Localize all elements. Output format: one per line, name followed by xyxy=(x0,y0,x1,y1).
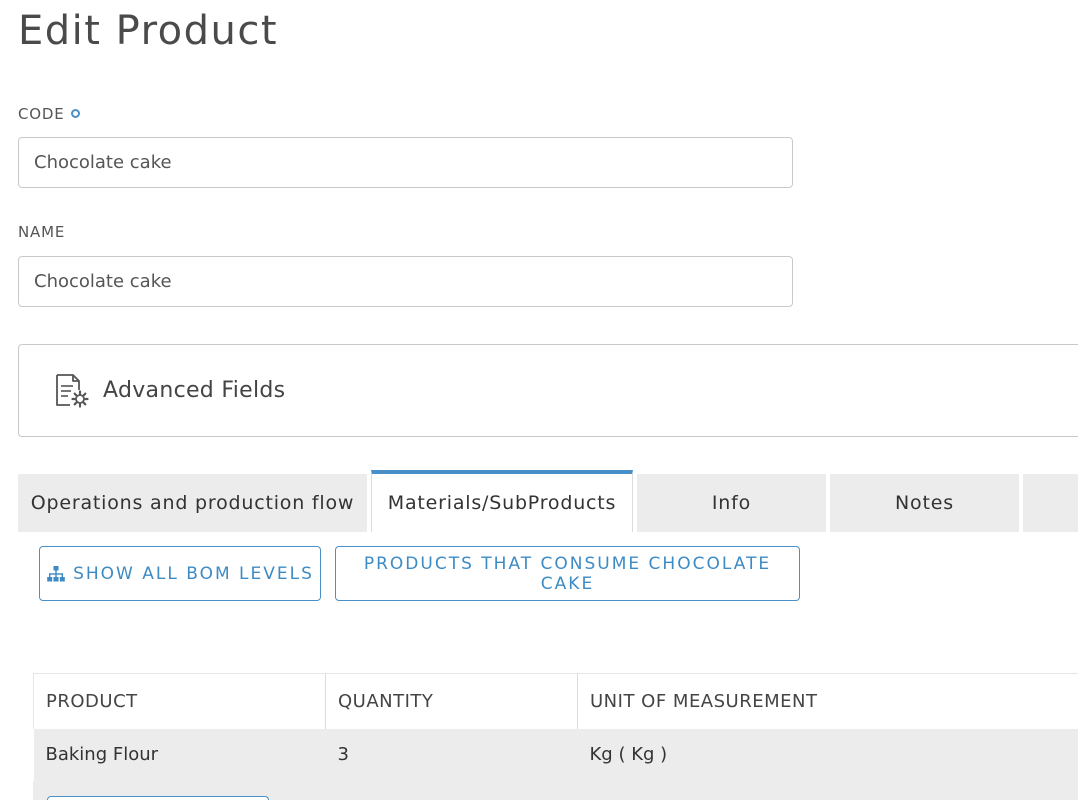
table-row[interactable]: Baking Flour 3 Kg ( Kg ) xyxy=(33,728,1078,781)
products-that-consume-label: PRODUCTS THAT CONSUME CHOCOLATE CAKE xyxy=(363,553,772,594)
advanced-fields-label: Advanced Fields xyxy=(103,378,286,403)
sitemap-icon xyxy=(47,565,65,581)
show-all-bom-levels-label: SHOW ALL BOM LEVELS xyxy=(73,563,314,584)
cell-product: Baking Flour xyxy=(33,728,326,781)
name-input[interactable] xyxy=(18,256,793,307)
column-header-unit[interactable]: UNIT OF MEASUREMENT xyxy=(577,673,1078,729)
product-tabs: Operations and production flow Materials… xyxy=(18,470,1078,532)
show-all-bom-levels-button[interactable]: SHOW ALL BOM LEVELS xyxy=(39,546,321,601)
table-header-row: PRODUCT QUANTITY UNIT OF MEASUREMENT xyxy=(33,673,1078,729)
tab-more[interactable] xyxy=(1023,474,1078,532)
document-settings-icon xyxy=(56,373,89,408)
products-that-consume-button[interactable]: PRODUCTS THAT CONSUME CHOCOLATE CAKE xyxy=(335,546,800,601)
required-indicator-icon xyxy=(70,109,80,118)
tab-info[interactable]: Info xyxy=(637,474,826,532)
column-header-product[interactable]: PRODUCT xyxy=(33,673,326,729)
materials-table: PRODUCT QUANTITY UNIT OF MEASUREMENT Bak… xyxy=(33,673,1078,781)
code-label: CODE xyxy=(18,105,80,123)
edit-product-page: Edit Product CODE NAME xyxy=(0,0,1078,800)
column-header-quantity[interactable]: QUANTITY xyxy=(325,673,578,729)
tab-operations[interactable]: Operations and production flow xyxy=(18,474,367,532)
code-input[interactable] xyxy=(18,137,793,188)
add-material-button[interactable] xyxy=(47,796,269,800)
cell-unit: Kg ( Kg ) xyxy=(577,728,1078,781)
page-title: Edit Product xyxy=(18,8,279,54)
tab-materials[interactable]: Materials/SubProducts xyxy=(371,470,633,532)
code-label-text: CODE xyxy=(18,105,65,123)
cell-quantity: 3 xyxy=(325,728,578,781)
advanced-fields-toggle[interactable]: Advanced Fields xyxy=(18,344,1078,437)
name-label: NAME xyxy=(18,223,66,241)
tab-notes[interactable]: Notes xyxy=(830,474,1019,532)
